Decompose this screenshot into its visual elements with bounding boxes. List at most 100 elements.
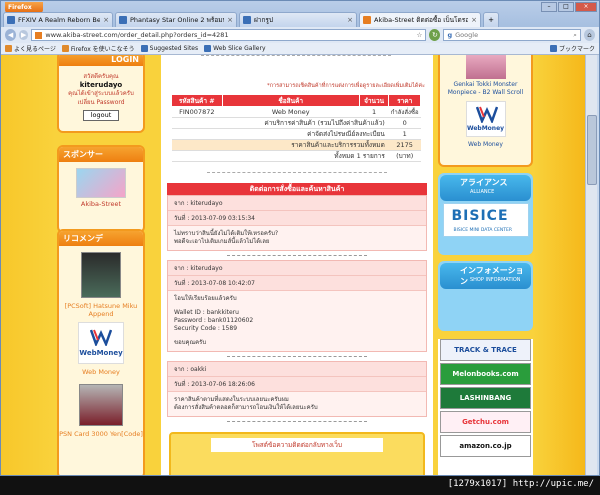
product-image-psn[interactable]	[79, 384, 123, 426]
message-thread: จาก : oakki วันที่ : 2013-07-06 18:26:06…	[167, 361, 427, 417]
close-tab-icon[interactable]: ×	[347, 16, 353, 24]
shop-info-title: インフォメーション	[460, 266, 524, 286]
close-tab-icon[interactable]: ×	[103, 16, 109, 24]
tab-label: ฝากรูป	[254, 16, 274, 24]
bookmark-item[interactable]: Firefox を使いこなそう	[61, 44, 135, 53]
left-sidebar: LOGIN สวัสดีครับคุณ kiterudayo คุณได้เข้…	[57, 55, 147, 475]
banner-lashinbang[interactable]: LASHINBANG	[440, 387, 531, 409]
sponsor-header: スポンサー	[59, 147, 143, 162]
divider	[227, 421, 367, 422]
message-from: จาก : kiterudayo	[168, 196, 426, 211]
search-icon[interactable]: ⌕	[573, 30, 580, 40]
site-icon	[35, 31, 43, 39]
product-image-miku[interactable]	[81, 252, 121, 298]
product-caption-webmoney[interactable]: Web Money	[440, 141, 531, 149]
forward-icon[interactable]: ▶	[19, 30, 29, 40]
new-tab-button[interactable]: +	[483, 12, 499, 27]
bookmark-icon	[204, 45, 212, 52]
recommend-box: リコメンデ [PCSoft] Hatsune Miku Append WebMo…	[57, 229, 145, 475]
page-scrollbar[interactable]	[585, 55, 597, 475]
bookmark-item[interactable]: Suggested Sites	[140, 45, 198, 52]
product-image-monpiece[interactable]	[465, 55, 506, 79]
webmoney-logo[interactable]: WebMoney	[78, 322, 124, 364]
url-text: www.akiba-street.com/order_detail.php?or…	[45, 31, 229, 39]
product-price: กำลังสั่งซื้อ	[388, 106, 421, 118]
bookmark-icon	[140, 45, 148, 52]
contact-section-header: ติดต่อการสั่งซื้อและค้นหาสินค้า	[167, 183, 427, 195]
shipping-value: 0	[388, 117, 421, 129]
star-icon[interactable]: ☆	[417, 30, 426, 40]
product-caption-psn[interactable]: PSN Card 3000 Yen[Code]	[59, 430, 143, 438]
product-caption-monpiece[interactable]: Genkai Tokki Monster Monpiece - B2 Wall …	[440, 81, 531, 97]
google-icon: g	[447, 31, 453, 39]
close-window-icon[interactable]: ×	[575, 2, 597, 12]
link-banners: TRACK & TRACE Melonbooks.com LASHINBANG …	[438, 339, 533, 475]
window-controls: – □ ×	[541, 2, 597, 12]
change-password-link[interactable]: เปลี่ยน Password	[59, 98, 143, 107]
divider	[207, 172, 387, 173]
message-from: จาก : oakki	[168, 362, 426, 377]
message-body: โอนให้เรียบร้อยแล้วครับ Wallet ID : bank…	[168, 291, 426, 351]
home-icon[interactable]: ⌂	[583, 29, 595, 41]
banner-amazon[interactable]: amazon.co.jp	[440, 435, 531, 457]
webmoney-icon	[90, 329, 112, 346]
username-text: kiterudayo	[79, 81, 123, 89]
tab-label: FFXIV A Realm Reborn Beta : Tonberr...	[18, 16, 101, 24]
bookmark-icon	[61, 45, 69, 52]
divider	[201, 55, 391, 56]
sponsor-caption[interactable]: Akiba-Street	[59, 200, 143, 208]
reload-icon[interactable]: ↻	[429, 29, 441, 41]
webmoney-icon	[475, 106, 498, 123]
message-date: วันที่ : 2013-07-08 10:42:07	[168, 276, 426, 291]
minimize-icon[interactable]: –	[541, 2, 557, 12]
login-status-text: คุณได้เข้าสู่ระบบแล้วครับ	[68, 90, 134, 97]
banner-getchu[interactable]: Getchu.com	[440, 411, 531, 433]
table-row: FIN007872 Web Money 1 กำลังสั่งซื้อ	[171, 106, 421, 118]
divider	[227, 356, 367, 357]
back-icon[interactable]: ◀	[5, 29, 17, 41]
bookmark-item[interactable]: Web Slice Gallery	[204, 45, 266, 52]
bisice-banner[interactable]: BISICE BISICE MINI DATA CENTER	[442, 203, 529, 237]
navigation-bar: ◀ ▶ www.akiba-street.com/order_detail.ph…	[1, 27, 599, 43]
count-label: ทั้งหมด 1 รายการ	[171, 150, 389, 162]
favicon-icon	[243, 16, 251, 24]
bisice-subtitle: BISICE MINI DATA CENTER	[453, 228, 512, 233]
scrollbar-thumb[interactable]	[587, 115, 597, 185]
webmoney-text: WebMoney	[466, 125, 505, 132]
close-tab-icon[interactable]: ×	[471, 16, 477, 24]
order-note: *การสามารถเช็คสินค้าที่การแต่งการเพื่อดู…	[266, 83, 425, 89]
logout-button[interactable]: logout	[83, 110, 119, 121]
product-caption-webmoney[interactable]: Web Money	[59, 368, 143, 376]
tab-akiba-street[interactable]: Akiba-Street ติดต่อซื้อ เบ็นโดรอย์ ... ×	[359, 12, 481, 27]
contact-form-title: โพสต์ข้อความติดต่อกลับทางเว็บ	[211, 438, 383, 452]
url-bar[interactable]: www.akiba-street.com/order_detail.php?or…	[31, 29, 427, 41]
tab-ffxiv[interactable]: FFXIV A Realm Reborn Beta : Tonberr... ×	[3, 12, 113, 27]
webmoney-logo[interactable]: WebMoney	[465, 101, 506, 137]
favicon-icon	[7, 16, 15, 24]
close-tab-icon[interactable]: ×	[227, 16, 233, 24]
image-host-footer: [1279x1017] http://upic.me/	[0, 476, 600, 495]
message-body: ไม่ทราบว่าสินนี้ยังไม่ได้เติมให้เหรอครับ…	[168, 226, 426, 250]
count-value: (บาท)	[388, 150, 421, 162]
tab-upload[interactable]: ฝากรูป ×	[239, 12, 357, 27]
web-page: LOGIN สวัสดีครับคุณ kiterudayo คุณได้เข้…	[1, 55, 585, 475]
search-input[interactable]: g Google ⌕	[443, 29, 581, 41]
bookmarks-menu[interactable]: ブックマーク	[549, 44, 595, 53]
tab-label: Phantasy Star Online 2 พร้อมทดลอง...	[130, 16, 224, 24]
bookmark-item[interactable]: よく見るページ	[5, 44, 56, 53]
maximize-icon[interactable]: □	[558, 2, 574, 12]
product-name[interactable]: Web Money	[222, 106, 360, 118]
banner-track-trace[interactable]: TRACK & TRACE	[440, 339, 531, 361]
ems-label: ค่าจัดส่งไปรษณีย์ลงทะเบียน	[171, 128, 389, 140]
favicon-icon	[119, 16, 127, 24]
banner-melonbooks[interactable]: Melonbooks.com	[440, 363, 531, 385]
alliance-box: アライアンス ALLIANCE BISICE BISICE MINI DATA …	[438, 173, 533, 255]
sponsor-banner-image[interactable]	[76, 168, 126, 198]
table-header-row: รหัสสินค้า # ชื่อสินค้า จำนวน ราคา	[171, 94, 421, 107]
message-date: วันที่ : 2013-07-09 03:15:34	[168, 211, 426, 226]
product-caption-miku[interactable]: [PCSoft] Hatsune Miku Append	[59, 302, 143, 318]
table-row: ทั้งหมด 1 รายการ (บาท)	[171, 150, 421, 162]
product-code: FIN007872	[171, 106, 223, 118]
new-items-box: Genkai Tokki Monster Monpiece - B2 Wall …	[438, 55, 533, 167]
tab-pso2[interactable]: Phantasy Star Online 2 พร้อมทดลอง... ×	[115, 12, 237, 27]
